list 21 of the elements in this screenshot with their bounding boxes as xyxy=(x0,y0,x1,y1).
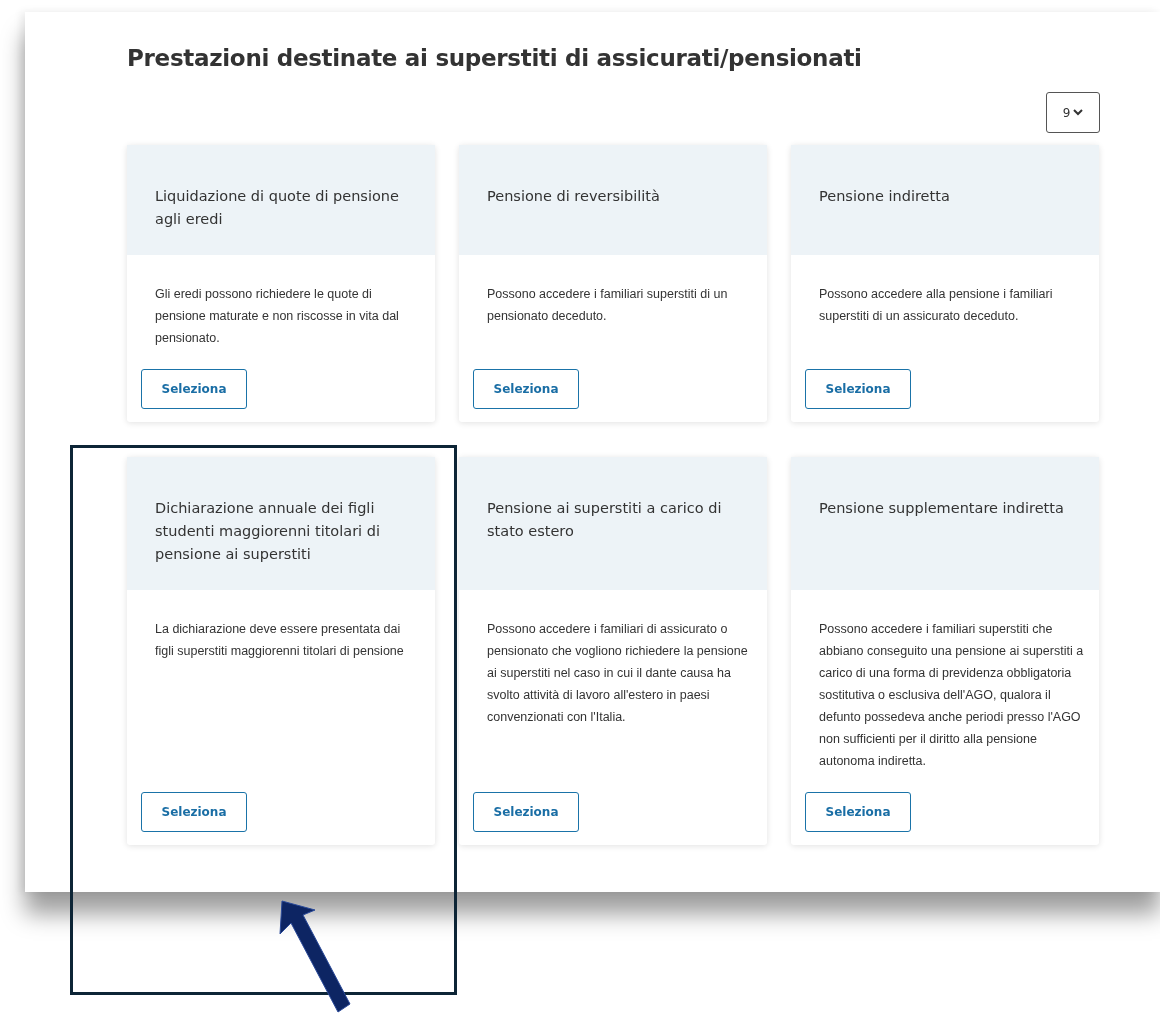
card-description: Possono accedere alla pensione i familiari superstiti di un assicurato deceduto. xyxy=(818,286,1054,325)
select-button[interactable]: Seleziona xyxy=(805,792,911,832)
card-title: Pensione indiretta xyxy=(819,187,951,206)
select-button[interactable]: Seleziona xyxy=(473,792,579,832)
card-description: Gli eredi possono richiedere le quote di pensione maturate e non riscosse in vita dal pensionato. xyxy=(154,286,400,347)
card-title: Pensione supplementare indiretta xyxy=(819,499,1065,518)
select-button[interactable]: Seleziona xyxy=(141,369,247,409)
card-title: Dichiarazione annuale dei figli studenti maggiorenni titolari di pensione ai superstiti xyxy=(155,499,381,564)
select-button[interactable]: Seleziona xyxy=(141,792,247,832)
select-button[interactable]: Seleziona xyxy=(805,369,911,409)
select-button[interactable]: Seleziona xyxy=(473,369,579,409)
chevron-down-icon xyxy=(1073,109,1084,116)
card-description: Possono accedere i familiari di assicurato o pensionato che vogliono richiedere la pensione ai superstiti nel caso in cui il dante causa ha svolto attività di lavoro all'estero in paesi convenzionati con l'Italia. xyxy=(486,621,749,726)
card-description: Possono accedere i familiari superstiti che abbiano conseguito una pensione ai superstiti a carico di una forma di previdenza obbligatoria sostitutiva o esclusiva dell'AGO, qualora il defunto possedeva anche periodi presso l'AGO non sufficienti per il diritto alla pensione autonoma indiretta. xyxy=(818,621,1085,770)
card-title: Pensione di reversibilità xyxy=(487,187,661,206)
card-description: Possono accedere i familiari superstiti di un pensionato deceduto. xyxy=(486,286,729,325)
card-title: Pensione ai superstiti a carico di stato estero xyxy=(487,499,723,541)
page-size-select[interactable]: 9 xyxy=(1046,92,1100,133)
card-title: Liquidazione di quote di pensione agli eredi xyxy=(155,187,400,229)
card-description: La dichiarazione deve essere presentata dai figli superstiti maggiorenni titolari di pensione xyxy=(154,621,405,660)
page-title: Prestazioni destinate ai superstiti di assicurati/pensionati xyxy=(127,44,863,73)
